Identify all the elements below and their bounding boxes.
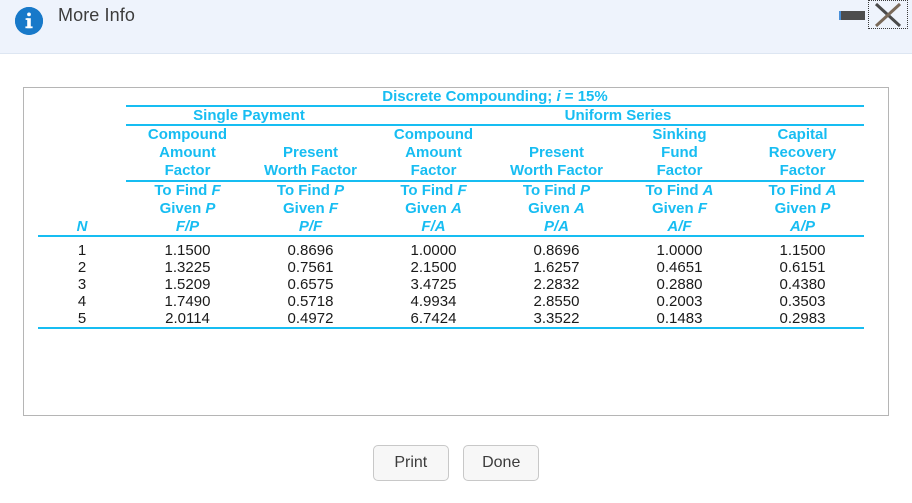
find-given-row: To Find F Given P To Find P Given F To F…	[38, 181, 864, 218]
cell-pf: 0.8696	[249, 235, 372, 259]
factor-name-row: Compound Amount Factor Present Worth Fac…	[38, 125, 864, 182]
info-circle-icon	[15, 7, 43, 35]
col-header-pf-find: To Find P Given F	[276, 182, 345, 217]
cell-pa: 0.8696	[495, 235, 618, 259]
close-button[interactable]	[868, 0, 908, 29]
cell-ap: 0.4380	[779, 276, 826, 293]
cell-af: 0.4651	[656, 259, 703, 276]
cell-n: 4	[77, 293, 87, 310]
group-uniform-series: Uniform Series	[372, 106, 864, 126]
col-header-af-name: Sinking Fund Factor	[618, 125, 741, 182]
cell-fa: 1.0000	[372, 235, 495, 259]
interest-factor-table: Discrete Compounding; i = 15% Single Pay…	[38, 88, 864, 329]
table-row: 3 1.5209 0.6575 3.4725 2.2832 0.2880 0.4…	[38, 276, 864, 293]
cell-fp: 2.0114	[126, 310, 249, 329]
table-title-row: Discrete Compounding; i = 15%	[38, 88, 864, 107]
symbol-row: N F/P P/F F/A P/A A/F A/P	[38, 218, 864, 236]
table-row: 5 2.0114 0.4972 6.7424 3.3522 0.1483 0.2…	[38, 310, 864, 329]
cell-af: 1.0000	[618, 235, 741, 259]
cell-fa: 6.7424	[372, 310, 495, 329]
cell-pf: 0.6575	[287, 276, 334, 293]
col-header-ap-symbol: A/P	[789, 218, 815, 235]
cell-fa: 3.4725	[410, 276, 457, 293]
print-button[interactable]: Print	[372, 445, 449, 481]
cell-pf: 0.5718	[287, 293, 334, 310]
group-single-payment: Single Payment	[126, 106, 372, 126]
title-spacer	[38, 88, 126, 106]
cell-n: 5	[38, 310, 126, 329]
cell-pa: 1.6257	[533, 259, 580, 276]
table-row: 4 1.7490 0.5718 4.9934 2.8550 0.2003 0.3…	[38, 293, 864, 310]
col-header-af-symbol: A/F	[667, 218, 692, 235]
col-header-ap-find: To Find A Given P	[768, 182, 837, 217]
minimize-button[interactable]	[839, 8, 865, 22]
cell-ap: 0.2983	[741, 310, 864, 329]
col-header-pa-symbol: P/A	[543, 218, 569, 235]
dialog-button-row: Print Done	[0, 445, 912, 481]
page-title: More Info	[58, 5, 135, 25]
cell-n: 1	[38, 235, 126, 259]
col-header-fa-symbol: F/A	[421, 218, 446, 235]
table-row: 2 1.3225 0.7561 2.1500 1.6257 0.4651 0.6…	[38, 259, 864, 276]
col-header-pa-name: Present Worth Factor	[495, 125, 618, 182]
cell-fp: 1.5209	[164, 276, 211, 293]
col-header-pf-name: Present Worth Factor	[249, 125, 372, 182]
cell-pa: 2.2832	[533, 276, 580, 293]
col-header-fp-symbol: F/P	[175, 218, 200, 235]
cell-af: 0.1483	[618, 310, 741, 329]
col-header-pa-find: To Find P Given A	[522, 182, 591, 217]
cell-ap: 1.1500	[741, 235, 864, 259]
cell-fp: 1.7490	[164, 293, 211, 310]
cell-n: 2	[77, 259, 87, 276]
cell-pa: 3.3522	[495, 310, 618, 329]
cell-fa: 2.1500	[410, 259, 457, 276]
table-row: 1 1.1500 0.8696 1.0000 0.8696 1.0000 1.1…	[38, 235, 864, 259]
window-title-bar: More Info	[0, 0, 912, 54]
cell-ap: 0.6151	[779, 259, 826, 276]
close-icon	[874, 2, 902, 28]
group-spacer	[38, 106, 126, 125]
minimize-icon	[839, 11, 865, 20]
col-header-fa-name: Compound Amount Factor	[372, 125, 495, 182]
col-header-fa-find: To Find F Given A	[400, 182, 467, 217]
col-header-ap-name: Capital Recovery Factor	[741, 125, 864, 182]
cell-pf: 0.7561	[287, 259, 334, 276]
cell-pf: 0.4972	[249, 310, 372, 329]
col-header-pf-symbol: P/F	[298, 218, 323, 235]
col-header-af-find: To Find A Given F	[645, 182, 714, 217]
done-button[interactable]: Done	[463, 445, 540, 481]
col-header-index: N	[76, 218, 88, 235]
cell-pa: 2.8550	[533, 293, 580, 310]
cell-af: 0.2003	[656, 293, 703, 310]
table-title: Discrete Compounding; i = 15%	[126, 88, 864, 107]
group-header-row: Single Payment Uniform Series	[38, 106, 864, 126]
interest-factor-table-panel: Discrete Compounding; i = 15% Single Pay…	[23, 87, 889, 416]
col-header-fp-name: Compound Amount Factor	[126, 125, 249, 182]
cell-fa: 4.9934	[410, 293, 457, 310]
cell-fp: 1.3225	[164, 259, 211, 276]
name-spacer	[38, 125, 126, 181]
cell-af: 0.2880	[656, 276, 703, 293]
cell-ap: 0.3503	[779, 293, 826, 310]
cell-n: 3	[77, 276, 87, 293]
cell-fp: 1.1500	[126, 235, 249, 259]
find-spacer	[38, 181, 126, 218]
col-header-fp-find: To Find F Given P	[154, 182, 221, 217]
